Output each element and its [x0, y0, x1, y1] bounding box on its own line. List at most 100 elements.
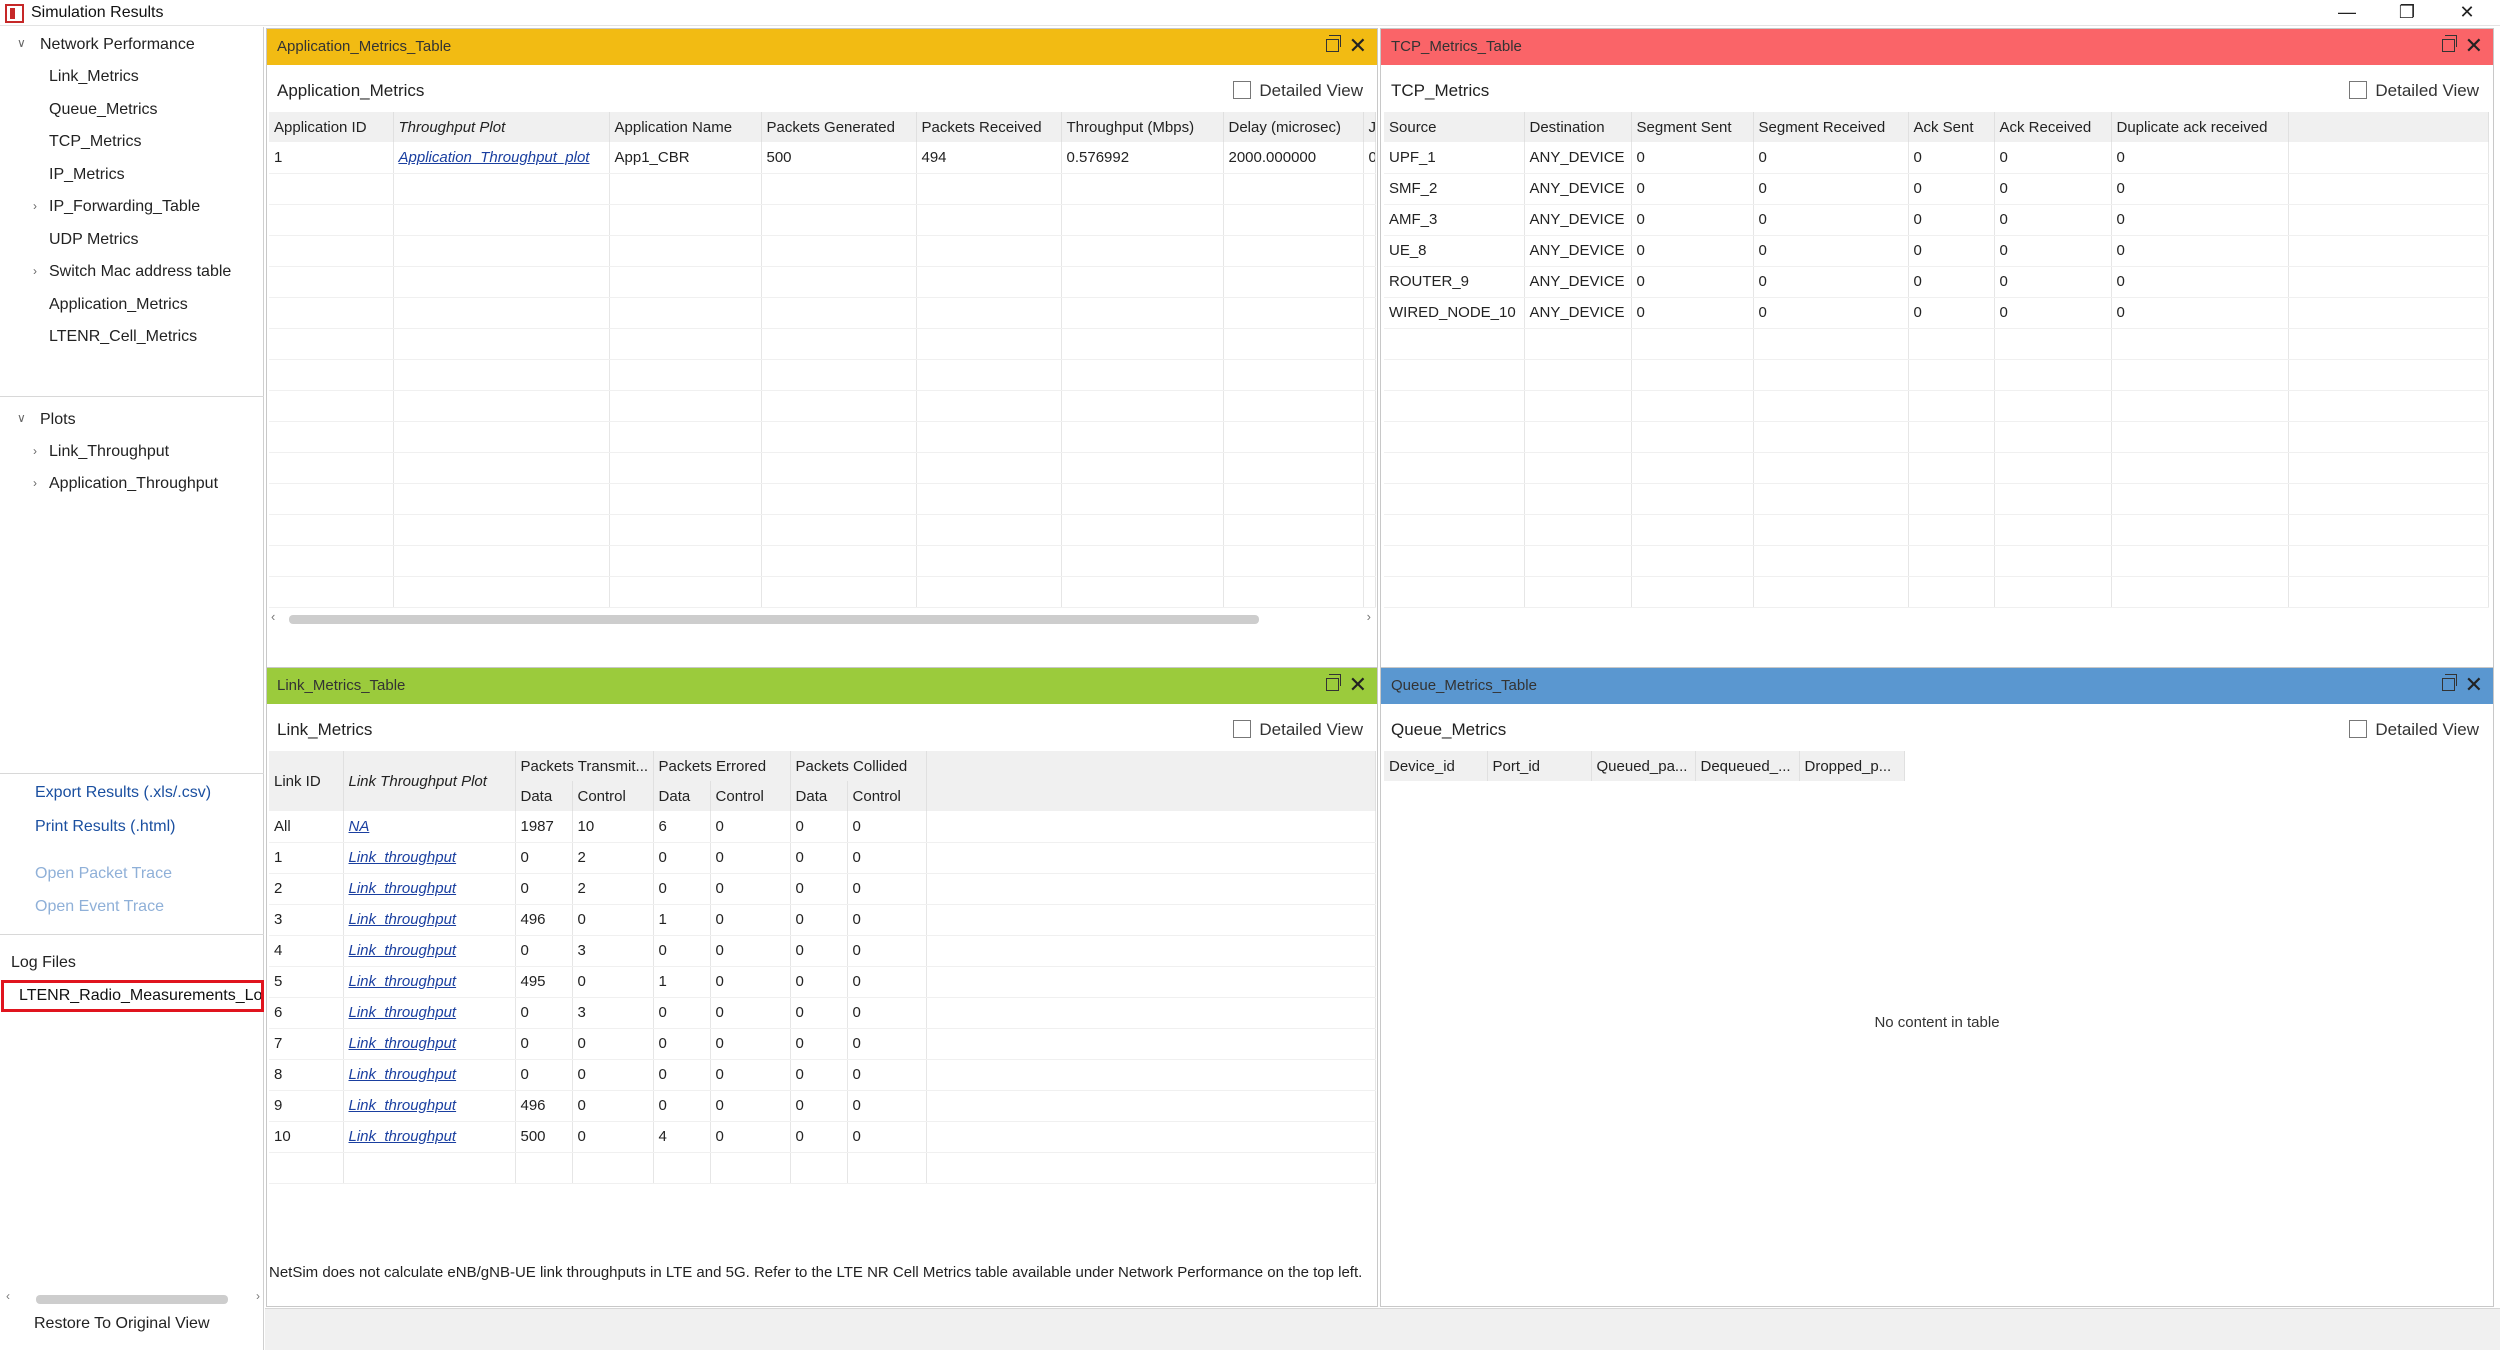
tree-item-ip-forwarding-table[interactable]: IP_Forwarding_Table	[49, 198, 200, 216]
close-panel-icon[interactable]: ✕	[1349, 673, 1367, 697]
chevron-right-icon[interactable]: ›	[33, 444, 37, 458]
table-row[interactable]: 10 Link_throughput 500 0 4 0 0 0	[269, 1121, 1376, 1153]
tree-network-performance[interactable]: Network Performance	[40, 36, 195, 54]
detailed-view-checkbox[interactable]: Detailed View	[2349, 720, 2479, 740]
column-header[interactable]: Port_id	[1487, 751, 1592, 781]
link-throughput-plot-link[interactable]: Link_throughput	[349, 849, 457, 866]
column-header[interactable]: Dropped_p...	[1799, 751, 1905, 781]
table-row[interactable]: UE_8 ANY_DEVICE 0 0 0 0 0	[1384, 235, 2489, 267]
tree-item-switch-mac-table[interactable]: Switch Mac address table	[49, 263, 231, 281]
scrollbar-thumb[interactable]	[36, 1295, 228, 1304]
chevron-right-icon[interactable]: ›	[33, 199, 37, 213]
open-packet-trace-link[interactable]: Open Packet Trace	[35, 865, 172, 883]
column-header[interactable]: Packets Generated	[761, 112, 917, 142]
column-header[interactable]: Application Name	[609, 112, 762, 142]
table-cell[interactable]: Application_Throughput_plot	[393, 142, 610, 174]
sidebar-horizontal-scrollbar[interactable]: ‹ ›	[6, 1289, 260, 1306]
link-throughput-plot-link[interactable]: Link_throughput	[349, 880, 457, 897]
link-throughput-plot-link[interactable]: Link_throughput	[349, 942, 457, 959]
scroll-right-icon[interactable]: ›	[256, 1289, 260, 1303]
table-row[interactable]: 1 Application_Throughput_plot App1_CBR 5…	[269, 142, 1376, 174]
column-group-header[interactable]: Packets Errored	[653, 751, 791, 781]
chevron-down-icon[interactable]: ∨	[17, 411, 26, 425]
column-header[interactable]: Segment Sent	[1631, 112, 1754, 142]
scroll-right-icon[interactable]: ›	[1367, 609, 1371, 624]
table-cell[interactable]: Link_throughput	[343, 966, 516, 998]
tree-plot-application-throughput[interactable]: Application_Throughput	[49, 475, 218, 493]
table-row[interactable]: All NA 1987 10 6 0 0 0	[269, 811, 1376, 843]
maximize-panel-icon[interactable]	[1326, 35, 1341, 52]
column-header[interactable]: Source	[1384, 112, 1525, 142]
minimize-button[interactable]: —	[2317, 0, 2377, 26]
link-throughput-plot-link[interactable]: Link_throughput	[349, 1128, 457, 1145]
throughput-plot-link[interactable]: Application_Throughput_plot	[399, 149, 590, 166]
column-header[interactable]: Duplicate ack received	[2111, 112, 2289, 142]
column-header[interactable]: Application ID	[269, 112, 394, 142]
column-header[interactable]: Ji	[1363, 112, 1376, 142]
column-header[interactable]: Control	[847, 781, 927, 811]
column-header[interactable]: Control	[572, 781, 654, 811]
table-row[interactable]: 3 Link_throughput 496 0 1 0 0 0	[269, 904, 1376, 936]
table-cell[interactable]: NA	[343, 811, 516, 843]
maximize-panel-icon[interactable]	[1326, 674, 1341, 691]
link-throughput-plot-link[interactable]: Link_throughput	[349, 1097, 457, 1114]
maximize-panel-icon[interactable]	[2442, 674, 2457, 691]
tree-item-ip-metrics[interactable]: IP_Metrics	[49, 166, 125, 184]
table-row[interactable]: 8 Link_throughput 0 0 0 0 0 0	[269, 1059, 1376, 1091]
detailed-view-checkbox[interactable]: Detailed View	[1233, 81, 1363, 101]
checkbox-icon[interactable]	[2349, 81, 2368, 99]
column-header[interactable]: Queued_pa...	[1591, 751, 1696, 781]
column-header[interactable]: Dequeued_...	[1695, 751, 1800, 781]
link-throughput-plot-link[interactable]: NA	[349, 818, 370, 835]
column-header[interactable]: Segment Received	[1753, 112, 1909, 142]
table-row[interactable]: 7 Link_throughput 0 0 0 0 0 0	[269, 1028, 1376, 1060]
column-group-header[interactable]: Packets Collided	[790, 751, 927, 781]
checkbox-icon[interactable]	[2349, 720, 2368, 738]
table-row[interactable]: 1 Link_throughput 0 2 0 0 0 0	[269, 842, 1376, 874]
export-results-link[interactable]: Export Results (.xls/.csv)	[35, 784, 211, 802]
column-header[interactable]: Packets Received	[916, 112, 1062, 142]
close-panel-icon[interactable]: ✕	[1349, 34, 1367, 58]
table-cell[interactable]: Link_throughput	[343, 873, 516, 905]
detailed-view-checkbox[interactable]: Detailed View	[2349, 81, 2479, 101]
link-throughput-plot-link[interactable]: Link_throughput	[349, 1066, 457, 1083]
table-row[interactable]: 6 Link_throughput 0 3 0 0 0 0	[269, 997, 1376, 1029]
column-header[interactable]: Data	[653, 781, 711, 811]
column-header[interactable]: Device_id	[1384, 751, 1488, 781]
table-row[interactable]: ROUTER_9 ANY_DEVICE 0 0 0 0 0	[1384, 266, 2489, 298]
print-results-link[interactable]: Print Results (.html)	[35, 818, 175, 836]
tree-item-udp-metrics[interactable]: UDP Metrics	[49, 231, 139, 249]
link-throughput-plot-link[interactable]: Link_throughput	[349, 1004, 457, 1021]
open-event-trace-link[interactable]: Open Event Trace	[35, 898, 164, 916]
tree-plots[interactable]: Plots	[40, 411, 76, 429]
tree-item-tcp-metrics[interactable]: TCP_Metrics	[49, 133, 141, 151]
detailed-view-checkbox[interactable]: Detailed View	[1233, 720, 1363, 740]
tree-plot-link-throughput[interactable]: Link_Throughput	[49, 443, 169, 461]
table-row[interactable]: 2 Link_throughput 0 2 0 0 0 0	[269, 873, 1376, 905]
column-header[interactable]: Link ID	[269, 751, 344, 811]
table-row[interactable]: WIRED_NODE_10 ANY_DEVICE 0 0 0 0 0	[1384, 297, 2489, 329]
tree-item-queue-metrics[interactable]: Queue_Metrics	[49, 101, 158, 119]
column-header[interactable]: Data	[515, 781, 573, 811]
table-cell[interactable]: Link_throughput	[343, 1028, 516, 1060]
table-cell[interactable]: Link_throughput	[343, 904, 516, 936]
table-row[interactable]: AMF_3 ANY_DEVICE 0 0 0 0 0	[1384, 204, 2489, 236]
table-cell[interactable]: Link_throughput	[343, 1059, 516, 1091]
scroll-left-icon[interactable]: ‹	[271, 609, 275, 624]
table-cell[interactable]: Link_throughput	[343, 1121, 516, 1153]
tree-item-link-metrics[interactable]: Link_Metrics	[49, 68, 139, 86]
close-window-button[interactable]: ✕	[2437, 0, 2497, 26]
table-cell[interactable]: Link_throughput	[343, 842, 516, 874]
link-throughput-plot-link[interactable]: Link_throughput	[349, 973, 457, 990]
restore-window-button[interactable]: ❐	[2377, 0, 2437, 26]
column-header[interactable]: Data	[790, 781, 848, 811]
checkbox-icon[interactable]	[1233, 720, 1252, 738]
table-row[interactable]: 4 Link_throughput 0 3 0 0 0 0	[269, 935, 1376, 967]
column-group-header[interactable]: Packets Transmit...	[515, 751, 654, 781]
table-row[interactable]: 5 Link_throughput 495 0 1 0 0 0	[269, 966, 1376, 998]
scrollbar-thumb[interactable]	[289, 615, 1259, 624]
column-header[interactable]: Throughput Plot	[393, 112, 610, 142]
app-table-horizontal-scrollbar[interactable]: ‹ ›	[271, 609, 1371, 625]
chevron-right-icon[interactable]: ›	[33, 476, 37, 490]
column-header[interactable]: Control	[710, 781, 791, 811]
